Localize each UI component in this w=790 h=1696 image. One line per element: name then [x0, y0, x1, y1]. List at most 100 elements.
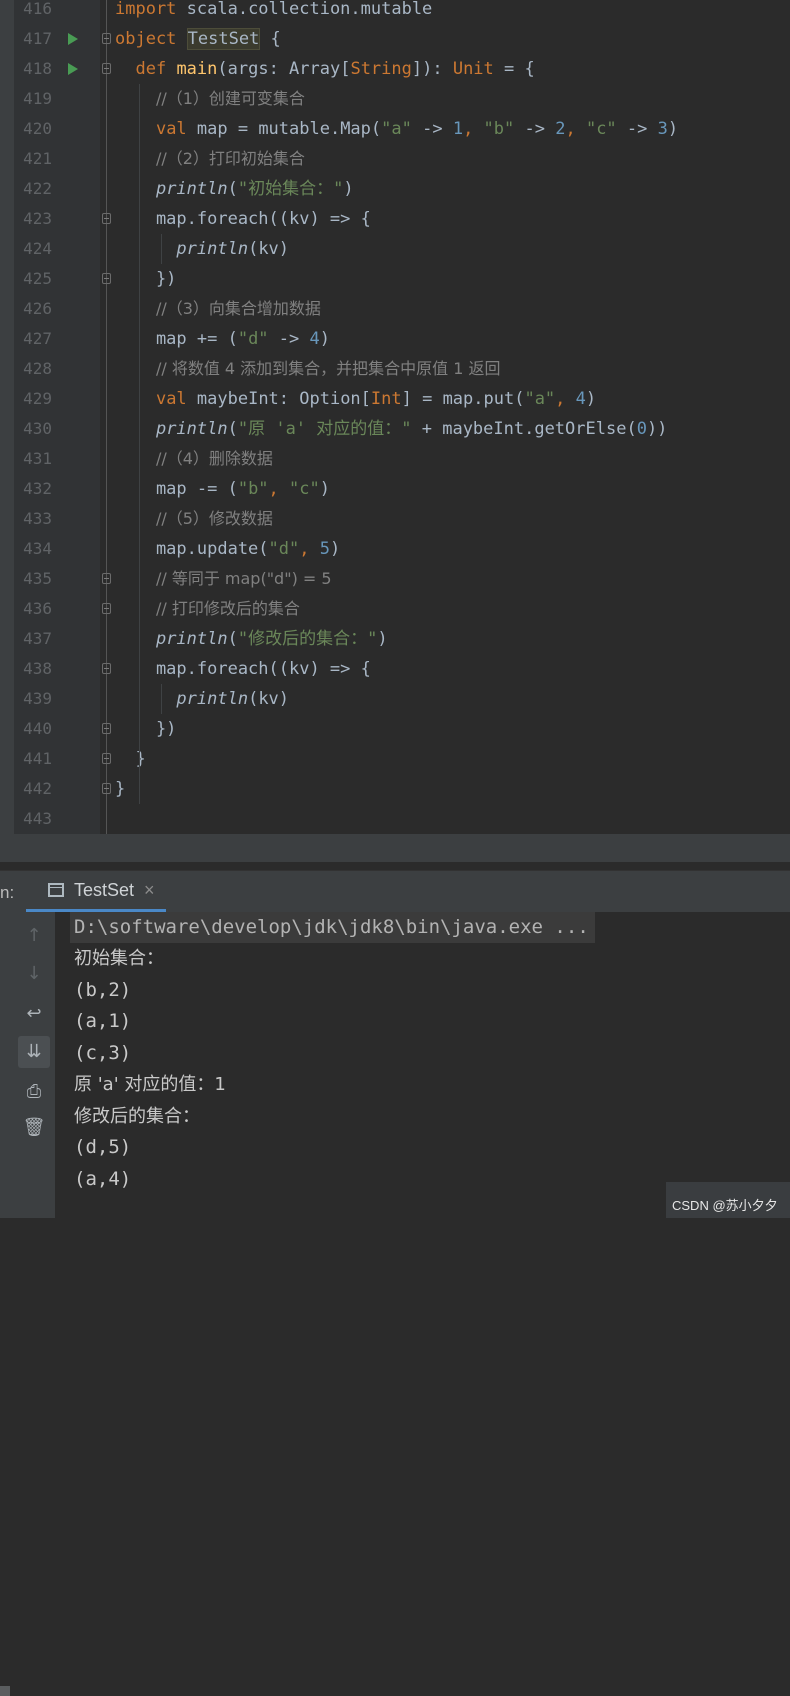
- code-line[interactable]: 434 map.update("d", 5): [0, 534, 790, 564]
- code-text: // 将数值 4 添加到集合，并把集合中原值 1 返回: [115, 354, 501, 384]
- code-keyword: ,: [268, 479, 290, 499]
- code-line[interactable]: 441 }: [0, 744, 790, 774]
- code-line[interactable]: 433 //（5）修改数据: [0, 504, 790, 534]
- code-token: println: [155, 629, 228, 649]
- code-string: "b": [237, 479, 269, 499]
- code-token: scala.collection.mutable: [186, 0, 433, 19]
- soft-wrap-button[interactable]: ↩: [18, 998, 50, 1030]
- console-output[interactable]: D:\software\develop\jdk\jdk8\bin\java.ex…: [55, 912, 790, 1218]
- code-line[interactable]: 431 //（4）删除数据: [0, 444, 790, 474]
- console-output-line: (d,5): [74, 1136, 132, 1158]
- code-string: "a": [524, 389, 556, 409]
- code-keyword: String: [350, 59, 412, 79]
- code-line[interactable]: 421 //（2）打印初始集合: [0, 144, 790, 174]
- console-output-line: 修改后的集合：: [74, 1105, 200, 1127]
- code-token: println: [155, 179, 228, 199]
- code-line[interactable]: 435 // 等同于 map("d") = 5: [0, 564, 790, 594]
- code-text: map.foreach((kv) => {: [115, 654, 371, 684]
- code-token: }): [115, 719, 177, 739]
- code-line[interactable]: 419 //（1）创建可变集合: [0, 84, 790, 114]
- code-line[interactable]: 439 println(kv): [0, 684, 790, 714]
- code-line[interactable]: 442}: [0, 774, 790, 804]
- code-line[interactable]: 443: [0, 804, 790, 834]
- trash-button[interactable]: 🗑: [18, 1112, 50, 1144]
- down-arrow-button[interactable]: ↓: [18, 958, 50, 990]
- code-text: println("修改后的集合："): [115, 624, 388, 654]
- fold-marker-icon[interactable]: [102, 603, 111, 614]
- code-line[interactable]: 432 map -= ("b", "c"): [0, 474, 790, 504]
- code-line[interactable]: 425 }): [0, 264, 790, 294]
- fold-marker-icon[interactable]: [102, 33, 111, 44]
- code-token: map += (: [115, 329, 238, 349]
- code-line[interactable]: 424 println(kv): [0, 234, 790, 264]
- code-comment: //（5）修改数据: [155, 509, 273, 528]
- fold-marker-icon[interactable]: [102, 273, 111, 284]
- fold-marker-icon[interactable]: [102, 663, 111, 674]
- line-number: 419: [23, 89, 52, 108]
- code-editor[interactable]: 416 import scala.collection.mutable 417 obj…: [0, 0, 790, 834]
- up-arrow-button[interactable]: ↑: [18, 920, 50, 952]
- code-number: 5: [319, 539, 330, 559]
- code-keyword: ,: [565, 119, 586, 139]
- code-line[interactable]: 428 // 将数值 4 添加到集合，并把集合中原值 1 返回: [0, 354, 790, 384]
- print-button[interactable]: ⎙: [18, 1076, 50, 1108]
- code-line[interactable]: 429 val maybeInt: Option[Int] = map.put(…: [0, 384, 790, 414]
- code-token: }): [115, 269, 177, 289]
- close-icon[interactable]: ×: [144, 880, 155, 901]
- code-line[interactable]: 420 val map = mutable.Map("a" -> 1, "b" …: [0, 114, 790, 144]
- code-line[interactable]: 437 println("修改后的集合："): [0, 624, 790, 654]
- code-text: println("初始集合："): [115, 174, 354, 204]
- line-number: 426: [23, 299, 52, 318]
- fold-marker-icon[interactable]: [102, 63, 111, 74]
- code-keyword: def: [135, 59, 177, 79]
- code-line[interactable]: 440 }): [0, 714, 790, 744]
- fold-marker-icon[interactable]: [102, 213, 111, 224]
- code-string: "初始集合：": [237, 179, 344, 199]
- fold-marker-icon[interactable]: [102, 783, 111, 794]
- code-line[interactable]: 416 import scala.collection.mutable: [0, 0, 790, 24]
- code-token: ): [377, 629, 388, 649]
- scroll-to-end-button[interactable]: ⇊: [18, 1036, 50, 1068]
- fold-marker-icon[interactable]: [102, 723, 111, 734]
- run-gutter-icon[interactable]: [68, 63, 78, 75]
- code-token: ): [329, 539, 341, 559]
- code-text: map.update("d", 5): [115, 534, 340, 564]
- code-line[interactable]: 417 object TestSet {: [0, 24, 790, 54]
- code-text: val maybeInt: Option[Int] = map.put("a",…: [115, 384, 596, 414]
- code-comment: //（4）删除数据: [155, 449, 273, 468]
- code-string: "a": [381, 119, 412, 139]
- console-output-line: 原 'a' 对应的值：1: [74, 1074, 226, 1095]
- fold-marker-icon[interactable]: [102, 573, 111, 584]
- code-line[interactable]: 426 //（3）向集合增加数据: [0, 294, 790, 324]
- code-line[interactable]: 427 map += ("d" -> 4): [0, 324, 790, 354]
- tab-testset[interactable]: TestSet ×: [26, 871, 166, 913]
- fold-marker-icon[interactable]: [102, 753, 111, 764]
- line-number: 443: [23, 809, 52, 828]
- run-gutter-icon[interactable]: [68, 33, 78, 45]
- horizontal-scrollbar[interactable]: [0, 834, 790, 1696]
- code-line[interactable]: 436 // 打印修改后的集合: [0, 594, 790, 624]
- code-line[interactable]: 430 println("原 'a' 对应的值：" + maybeInt.get…: [0, 414, 790, 444]
- up-arrow-icon: ↑: [26, 925, 42, 946]
- code-text: }: [115, 774, 125, 804]
- code-line[interactable]: 438 map.foreach((kv) => {: [0, 654, 790, 684]
- code-line[interactable]: 422 println("初始集合："): [0, 174, 790, 204]
- scrollbar-thumb[interactable]: [0, 1686, 10, 1696]
- code-token: }: [115, 779, 126, 799]
- watermark: CSDN @苏小夕夕: [666, 1182, 790, 1218]
- code-token: ): [585, 389, 597, 409]
- code-line[interactable]: 418 def main(args: Array[String]): Unit …: [0, 54, 790, 84]
- console-output-line: 初始集合：: [74, 948, 164, 969]
- console-command-line[interactable]: D:\software\develop\jdk\jdk8\bin\java.ex…: [70, 912, 595, 943]
- code-token: )): [646, 419, 668, 439]
- code-keyword: val: [155, 119, 197, 139]
- code-line[interactable]: 423 map.foreach((kv) => {: [0, 204, 790, 234]
